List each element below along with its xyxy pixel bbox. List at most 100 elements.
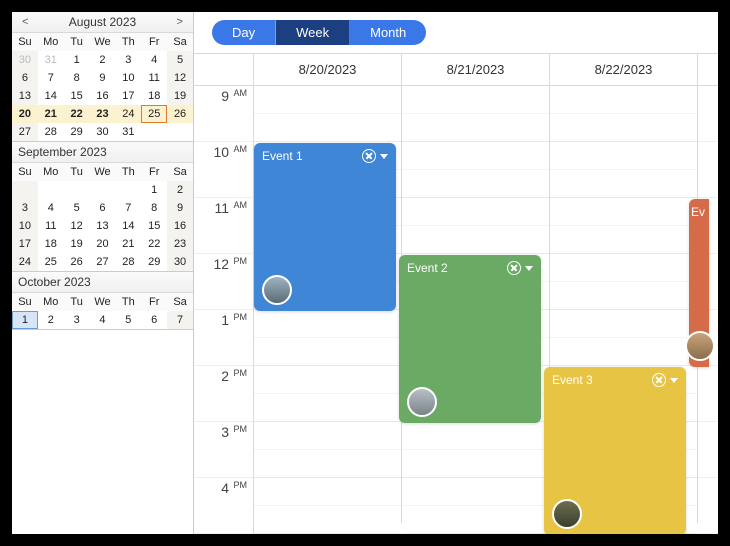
mini-cal-day[interactable]: 23 <box>90 105 116 123</box>
mini-cal-day[interactable]: 26 <box>64 253 90 271</box>
mini-cal-day[interactable]: 28 <box>115 253 141 271</box>
schedule-cell[interactable] <box>550 198 697 254</box>
prev-month-button[interactable]: < <box>18 16 32 28</box>
mini-cal-day[interactable]: 3 <box>115 51 141 69</box>
mini-cal-day[interactable]: 11 <box>141 69 167 87</box>
mini-cal-day[interactable]: 19 <box>167 87 193 105</box>
chevron-down-icon[interactable] <box>525 266 533 271</box>
mini-cal-day[interactable]: 4 <box>141 51 167 69</box>
mini-cal-day[interactable]: 9 <box>167 199 193 217</box>
schedule-cell[interactable] <box>402 422 549 478</box>
mini-cal-day[interactable]: 20 <box>90 235 116 253</box>
view-day-button[interactable]: Day <box>212 20 276 45</box>
schedule-cell[interactable] <box>550 310 697 366</box>
mini-cal-day[interactable]: 6 <box>90 199 116 217</box>
calendar-event[interactable]: Event 1 <box>254 143 396 311</box>
mini-cal-day[interactable]: 4 <box>38 199 64 217</box>
mini-cal-day[interactable]: 23 <box>167 235 193 253</box>
chevron-down-icon[interactable] <box>670 378 678 383</box>
mini-cal-day[interactable]: 2 <box>38 311 64 329</box>
day-header[interactable]: 8/22/2023 <box>550 54 697 86</box>
mini-cal-day[interactable]: 13 <box>90 217 116 235</box>
mini-cal-day[interactable]: 27 <box>90 253 116 271</box>
schedule-cell[interactable] <box>254 422 401 478</box>
mini-cal-day[interactable]: 27 <box>12 123 38 141</box>
mini-cal-day[interactable]: 31 <box>38 51 64 69</box>
mini-cal-day[interactable]: 12 <box>167 69 193 87</box>
mini-cal-day[interactable]: 21 <box>115 235 141 253</box>
calendar-event[interactable]: Ev <box>689 199 709 367</box>
calendar-event[interactable]: Event 3 <box>544 367 686 534</box>
close-icon[interactable] <box>507 261 521 275</box>
schedule-cell[interactable] <box>254 478 401 534</box>
mini-cal-day[interactable]: 22 <box>64 105 90 123</box>
schedule-cell[interactable] <box>550 86 697 142</box>
schedule-cell[interactable] <box>254 366 401 422</box>
schedule-cell[interactable] <box>402 198 549 254</box>
mini-cal-day[interactable]: 30 <box>167 253 193 271</box>
calendar-event[interactable]: Event 2 <box>399 255 541 423</box>
mini-cal-day[interactable]: 18 <box>38 235 64 253</box>
mini-cal-day[interactable]: 18 <box>141 87 167 105</box>
mini-cal-day[interactable]: 14 <box>38 87 64 105</box>
mini-cal-day[interactable]: 16 <box>167 217 193 235</box>
mini-cal-day[interactable]: 2 <box>90 51 116 69</box>
mini-cal-day[interactable]: 16 <box>90 87 116 105</box>
mini-cal-day[interactable]: 5 <box>115 311 141 329</box>
mini-cal-day[interactable]: 8 <box>64 69 90 87</box>
schedule-cell[interactable] <box>402 478 549 534</box>
view-month-button[interactable]: Month <box>350 20 426 45</box>
mini-cal-day[interactable]: 22 <box>141 235 167 253</box>
mini-cal-day[interactable]: 25 <box>38 253 64 271</box>
mini-cal-day[interactable]: 15 <box>64 87 90 105</box>
mini-cal-day[interactable]: 7 <box>38 69 64 87</box>
mini-cal-day[interactable]: 15 <box>141 217 167 235</box>
schedule-cell[interactable] <box>550 254 697 310</box>
mini-cal-day[interactable]: 5 <box>167 51 193 69</box>
mini-cal-day[interactable]: 1 <box>64 51 90 69</box>
mini-cal-day[interactable]: 26 <box>167 105 193 123</box>
mini-cal-day[interactable]: 24 <box>12 253 38 271</box>
mini-cal-day[interactable]: 28 <box>38 123 64 141</box>
mini-cal-day[interactable]: 21 <box>38 105 64 123</box>
mini-cal-day[interactable]: 24 <box>115 105 141 123</box>
mini-cal-day[interactable]: 20 <box>12 105 38 123</box>
mini-cal-day[interactable]: 1 <box>12 311 38 329</box>
next-month-button[interactable]: > <box>173 16 187 28</box>
day-header[interactable]: 8/20/2023 <box>254 54 401 86</box>
mini-cal-day[interactable]: 3 <box>12 199 38 217</box>
mini-cal-day[interactable]: 5 <box>64 199 90 217</box>
mini-cal-day[interactable]: 31 <box>115 123 141 141</box>
mini-cal-day[interactable]: 17 <box>115 87 141 105</box>
mini-cal-day[interactable]: 9 <box>90 69 116 87</box>
mini-cal-day[interactable]: 29 <box>141 253 167 271</box>
close-icon[interactable] <box>362 149 376 163</box>
mini-cal-day[interactable]: 10 <box>115 69 141 87</box>
mini-cal-day[interactable]: 10 <box>12 217 38 235</box>
mini-cal-day[interactable]: 7 <box>115 199 141 217</box>
mini-cal-day[interactable]: 2 <box>167 181 193 199</box>
mini-cal-day[interactable]: 3 <box>64 311 90 329</box>
chevron-down-icon[interactable] <box>380 154 388 159</box>
mini-cal-day[interactable]: 29 <box>64 123 90 141</box>
mini-cal-day[interactable]: 11 <box>38 217 64 235</box>
mini-cal-day[interactable]: 25 <box>141 105 167 123</box>
day-header[interactable]: 8/21/2023 <box>402 54 549 86</box>
mini-cal-day[interactable]: 7 <box>167 311 193 329</box>
close-icon[interactable] <box>652 373 666 387</box>
mini-cal-day[interactable]: 13 <box>12 87 38 105</box>
mini-cal-day[interactable]: 17 <box>12 235 38 253</box>
view-week-button[interactable]: Week <box>276 20 350 45</box>
schedule-cell[interactable] <box>254 310 401 366</box>
mini-cal-day[interactable]: 8 <box>141 199 167 217</box>
mini-cal-day[interactable]: 6 <box>141 311 167 329</box>
mini-cal-day[interactable]: 14 <box>115 217 141 235</box>
schedule-cell[interactable] <box>402 86 549 142</box>
mini-cal-day[interactable]: 6 <box>12 69 38 87</box>
schedule-cell[interactable] <box>550 142 697 198</box>
schedule-cell[interactable] <box>402 142 549 198</box>
mini-cal-day[interactable]: 4 <box>90 311 116 329</box>
mini-cal-day[interactable]: 1 <box>141 181 167 199</box>
mini-cal-day[interactable]: 19 <box>64 235 90 253</box>
mini-cal-day[interactable]: 12 <box>64 217 90 235</box>
